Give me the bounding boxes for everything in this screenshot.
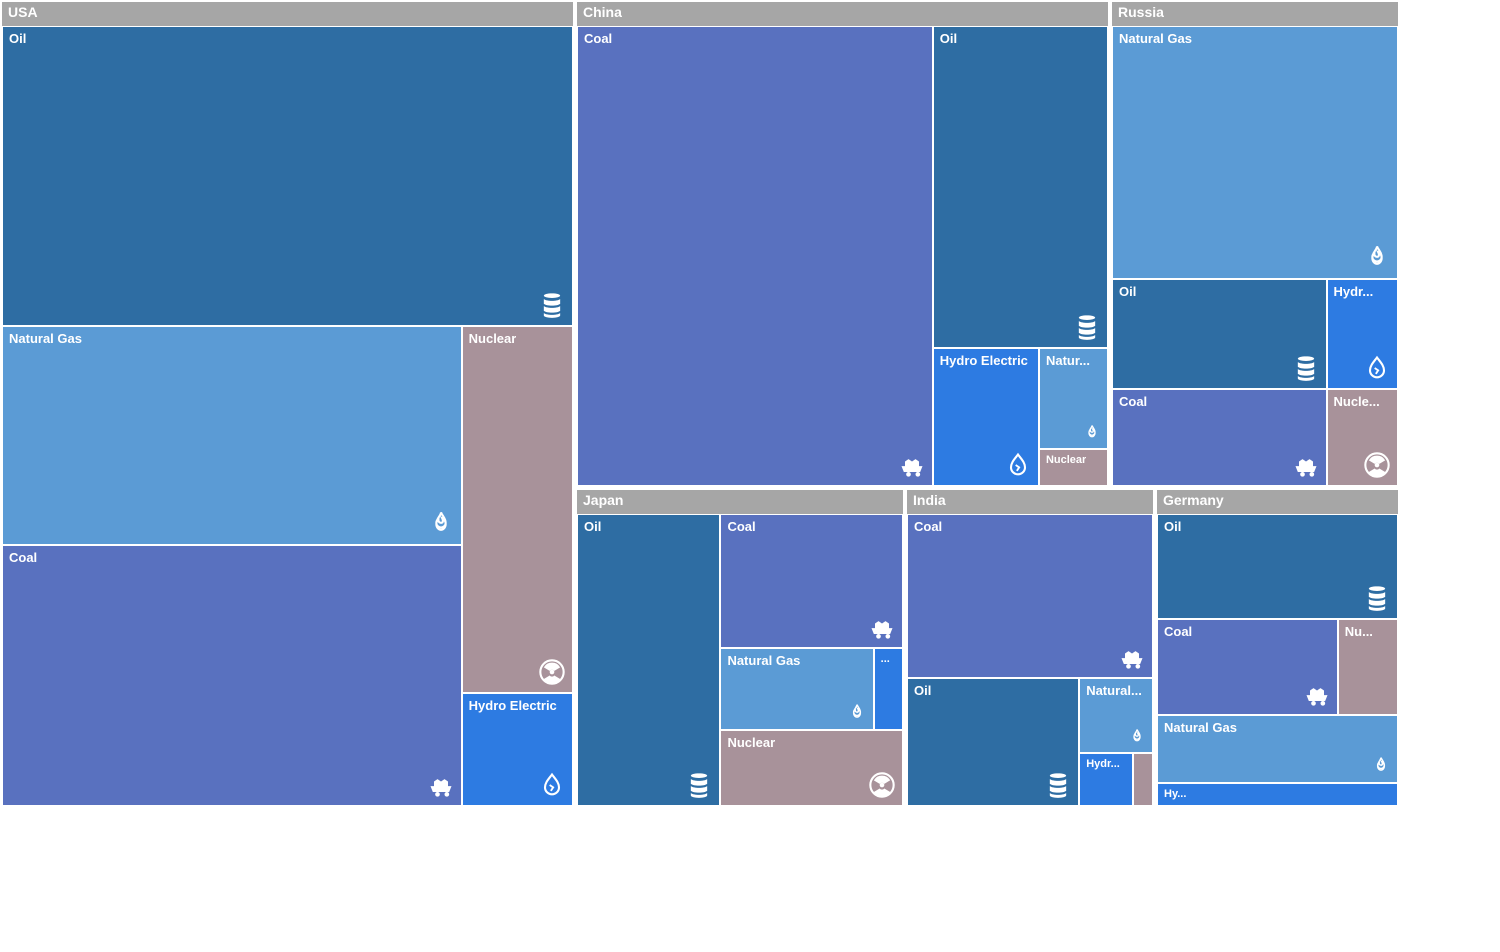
radiation-icon <box>538 658 566 686</box>
tile-india-oil[interactable]: Oil <box>907 678 1079 806</box>
tile-germany-coal[interactable]: Coal <box>1157 619 1338 715</box>
tile-usa-coal[interactable]: Coal <box>2 545 462 806</box>
country-header: Japan <box>577 490 903 514</box>
tile-label: Oil <box>584 519 601 534</box>
tile-label: Coal <box>914 519 942 534</box>
flame-icon <box>1083 424 1101 442</box>
tile-russia-oil[interactable]: Oil <box>1112 279 1327 389</box>
flame-icon <box>1371 756 1391 776</box>
cart-icon <box>1292 451 1320 479</box>
tile-label: Coal <box>9 550 37 565</box>
droplet-icon <box>1363 354 1391 382</box>
tile-germany-gas[interactable]: Natural Gas <box>1157 715 1398 782</box>
barrel-icon <box>685 771 713 799</box>
country-japan[interactable]: Japan Oil Coal Natural Gas ... Nuclear <box>575 488 905 808</box>
barrel-icon <box>1044 771 1072 799</box>
tile-label: Nuclear <box>727 735 775 750</box>
tile-label: Coal <box>584 31 612 46</box>
radiation-icon <box>868 771 896 799</box>
cart-icon <box>1118 643 1146 671</box>
barrel-icon <box>1073 313 1101 341</box>
tile-germany-oil[interactable]: Oil <box>1157 514 1398 619</box>
tile-japan-oil[interactable]: Oil <box>577 514 720 806</box>
tile-label: Coal <box>727 519 755 534</box>
cart-icon <box>868 613 896 641</box>
tile-usa-nuclear[interactable]: Nuclear <box>462 326 573 693</box>
radiation-icon <box>1363 451 1391 479</box>
country-germany[interactable]: Germany Oil Coal Nu... Natural Gas Hy... <box>1155 488 1400 808</box>
tile-japan-gas[interactable]: Natural Gas <box>720 648 873 730</box>
tile-usa-hydro[interactable]: Hydro Electric <box>462 693 573 806</box>
tile-india-coal[interactable]: Coal <box>907 514 1153 678</box>
tile-label: Nu... <box>1345 624 1373 639</box>
country-header: China <box>577 2 1108 26</box>
flame-icon <box>1363 244 1391 272</box>
tile-label: Natural Gas <box>727 653 800 668</box>
tile-label: Hydro Electric <box>940 353 1028 368</box>
barrel-icon <box>538 291 566 319</box>
tile-germany-nuclear[interactable]: Nu... <box>1338 619 1398 715</box>
tile-label: Natur... <box>1046 353 1090 368</box>
country-header: Russia <box>1112 2 1398 26</box>
tile-label: Hydro Electric <box>469 698 557 713</box>
country-header: India <box>907 490 1153 514</box>
tile-japan-hydro[interactable]: ... <box>874 648 903 730</box>
country-header: USA <box>2 2 573 26</box>
tile-label: Oil <box>914 683 931 698</box>
barrel-icon <box>1292 354 1320 382</box>
tile-label: Oil <box>1119 284 1136 299</box>
tile-label: Oil <box>940 31 957 46</box>
tile-china-oil[interactable]: Oil <box>933 26 1108 348</box>
tile-label: Hydr... <box>1086 758 1120 770</box>
tile-label: Oil <box>1164 519 1181 534</box>
energy-treemap: USA Oil Natural Gas Coal Nuclear Hydro E… <box>0 0 1500 952</box>
flame-icon <box>427 510 455 538</box>
tile-label: Natural... <box>1086 683 1142 698</box>
tile-china-hydro[interactable]: Hydro Electric <box>933 348 1039 486</box>
tile-china-coal[interactable]: Coal <box>577 26 933 486</box>
country-header: Germany <box>1157 490 1398 514</box>
country-russia[interactable]: Russia Natural Gas Oil Hydr... Coal Nucl… <box>1110 0 1400 488</box>
tile-russia-coal[interactable]: Coal <box>1112 389 1327 486</box>
tile-usa-oil[interactable]: Oil <box>2 26 573 326</box>
country-china[interactable]: China Coal Oil Hydro Electric Natur... N… <box>575 0 1110 488</box>
tile-india-nuclear[interactable] <box>1133 753 1153 806</box>
tile-usa-gas[interactable]: Natural Gas <box>2 326 462 544</box>
cart-icon <box>427 771 455 799</box>
flame-icon <box>1128 728 1146 746</box>
flame-icon <box>847 703 867 723</box>
tile-germany-hydro[interactable]: Hy... <box>1157 783 1398 806</box>
tile-japan-coal[interactable]: Coal <box>720 514 903 648</box>
tile-russia-gas[interactable]: Natural Gas <box>1112 26 1398 279</box>
tile-russia-hydro[interactable]: Hydr... <box>1327 279 1399 389</box>
tile-label: Natural Gas <box>1164 720 1237 735</box>
tile-label: ... <box>881 653 890 665</box>
tile-label: Coal <box>1164 624 1192 639</box>
tile-label: Nuclear <box>1046 454 1086 466</box>
tile-china-nuclear[interactable]: Nuclear <box>1039 449 1108 486</box>
tile-india-hydro[interactable]: Hydr... <box>1079 753 1133 806</box>
country-india[interactable]: India Coal Oil Natural... Hydr... <box>905 488 1155 808</box>
tile-label: Natural Gas <box>9 331 82 346</box>
cart-icon <box>1303 680 1331 708</box>
droplet-icon <box>538 771 566 799</box>
tile-label: Natural Gas <box>1119 31 1192 46</box>
tile-label: Nuclear <box>469 331 517 346</box>
tile-label: Hy... <box>1164 788 1186 800</box>
tile-india-gas[interactable]: Natural... <box>1079 678 1153 754</box>
tile-china-gas[interactable]: Natur... <box>1039 348 1108 449</box>
tile-label: Nucle... <box>1334 394 1380 409</box>
country-usa[interactable]: USA Oil Natural Gas Coal Nuclear Hydro E… <box>0 0 575 808</box>
tile-label: Hydr... <box>1334 284 1374 299</box>
tile-label: Oil <box>9 31 26 46</box>
tile-russia-nuclear[interactable]: Nucle... <box>1327 389 1399 486</box>
tile-japan-nuclear[interactable]: Nuclear <box>720 730 903 806</box>
droplet-icon <box>1004 451 1032 479</box>
barrel-icon <box>1363 584 1391 612</box>
cart-icon <box>898 451 926 479</box>
tile-label: Coal <box>1119 394 1147 409</box>
